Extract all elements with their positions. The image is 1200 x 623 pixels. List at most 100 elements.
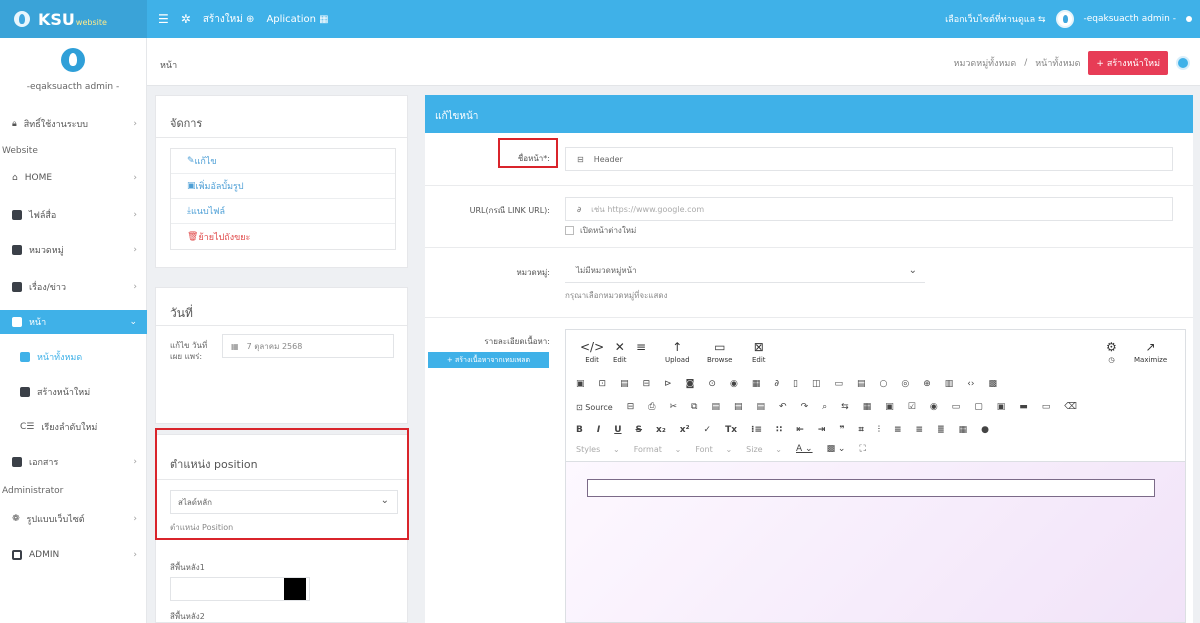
special-char-icon[interactable]: ◙: [686, 379, 695, 389]
manage-trash-link[interactable]: 🗑︎ ย้ายไปถังขยะ: [171, 224, 395, 249]
map-icon[interactable]: ◫: [812, 379, 821, 389]
superscript-icon[interactable]: x²: [680, 425, 690, 435]
breadcrumb-categories[interactable]: หมวดหมู่ทั้งหมด: [954, 56, 1017, 70]
comment-icon[interactable]: ○: [879, 379, 887, 389]
spellcheck-icon[interactable]: ▣: [885, 402, 894, 412]
profile-avatar[interactable]: [61, 48, 85, 72]
form-icon[interactable]: ▭: [834, 379, 843, 389]
find-icon[interactable]: ⌕: [822, 402, 827, 412]
create-from-template-button[interactable]: + สร้างเนื้อหาจากเทมเพลต: [428, 352, 549, 368]
user-menu[interactable]: -eqaksuacth admin -: [1084, 14, 1176, 24]
emoji-icon[interactable]: ●: [981, 425, 989, 435]
audio-icon[interactable]: ⊕: [923, 379, 931, 389]
hidden-field-icon[interactable]: ▭: [1042, 402, 1051, 412]
bulleted-list-icon[interactable]: ∷: [776, 425, 782, 435]
settings-icon[interactable]: ✲: [181, 12, 191, 26]
fullscreen-icon[interactable]: ⛶: [859, 444, 865, 454]
button-field-icon[interactable]: ▬: [1019, 402, 1028, 412]
bg-color1-swatch[interactable]: [284, 578, 306, 600]
sidebar-item-admin[interactable]: ADMIN ›: [0, 543, 147, 567]
anchor-icon[interactable]: ▯: [793, 379, 798, 389]
edit-source-button[interactable]: </> Edit: [580, 340, 604, 364]
table-icon[interactable]: ▤: [620, 379, 629, 389]
editor-content-block[interactable]: [587, 479, 1155, 497]
new-window-option[interactable]: เปิดหน้าต่างใหม่: [565, 224, 636, 237]
profile-name[interactable]: -eqaksuacth admin -: [27, 82, 119, 92]
gallery-icon[interactable]: ▥: [945, 379, 954, 389]
category-select[interactable]: ไม่มีหมวดหมู่หน้า ⌄: [565, 259, 925, 283]
subscript-icon[interactable]: x₂: [656, 425, 666, 435]
table-insert-icon[interactable]: ▦: [959, 425, 968, 435]
bold-icon[interactable]: B: [576, 425, 583, 435]
create-new-link[interactable]: สร้างใหม่ ⊕: [203, 12, 255, 27]
doc-icon[interactable]: ▤: [857, 379, 866, 389]
hr-icon[interactable]: ⊟: [643, 379, 651, 389]
maximize-button[interactable]: ↗ Maximize: [1134, 340, 1167, 364]
sidebar-item-home[interactable]: ⌂ HOME ›: [0, 166, 147, 190]
indent-icon[interactable]: ⇥: [818, 425, 826, 435]
outdent-icon[interactable]: ⇤: [796, 425, 804, 435]
save-icon[interactable]: ⊟: [627, 402, 635, 412]
underline-icon[interactable]: U: [614, 425, 621, 435]
qr-icon[interactable]: ▩: [988, 379, 997, 389]
remove-format-icon[interactable]: ⌫: [1064, 402, 1077, 412]
textarea-icon[interactable]: ▢: [974, 402, 983, 412]
new-window-checkbox[interactable]: [565, 226, 574, 235]
select-field-icon[interactable]: ▣: [997, 402, 1006, 412]
format-dropdown[interactable]: Format ⌄: [634, 445, 682, 454]
bg-color-icon[interactable]: ▩ ⌄: [827, 444, 846, 454]
textfield-icon[interactable]: ▭: [952, 402, 961, 412]
edit-image-button[interactable]: ⊠ Edit: [752, 340, 766, 364]
sidebar-item-documents[interactable]: เอกสาร ›: [0, 450, 147, 474]
strike-icon[interactable]: S: [636, 425, 642, 435]
help-icon[interactable]: [1176, 56, 1190, 70]
blockquote-icon[interactable]: ❞: [839, 425, 844, 435]
menu-toggle-icon[interactable]: ☰: [158, 12, 169, 26]
settings-button[interactable]: ⚙ ◷: [1106, 340, 1117, 364]
user-avatar[interactable]: [1055, 10, 1074, 28]
notification-icon[interactable]: [1186, 16, 1192, 22]
replace-icon[interactable]: ⇆: [841, 402, 849, 412]
clear-format-icon[interactable]: Tx: [725, 425, 737, 435]
sidebar-item-media[interactable]: ไฟล์สื่อ ›: [0, 203, 147, 227]
styles-dropdown[interactable]: Styles ⌄: [576, 445, 620, 454]
publish-date-input[interactable]: ▦ 7 ตุลาคม 2568: [222, 334, 394, 358]
select-all-icon[interactable]: ▦: [863, 402, 872, 412]
undo-icon[interactable]: ↶: [779, 402, 787, 412]
image-icon[interactable]: ▣: [576, 379, 585, 389]
application-link[interactable]: Aplication ▦: [266, 14, 328, 25]
code-snippet-icon[interactable]: ‹›: [967, 379, 974, 389]
brush-icon[interactable]: ✓: [704, 425, 712, 435]
source-button[interactable]: ⊡ Source: [576, 403, 613, 412]
sidebar-item-all-pages[interactable]: หน้าทั้งหมด: [0, 345, 147, 369]
size-dropdown[interactable]: Size ⌄: [746, 445, 782, 454]
cut-icon[interactable]: ✂: [669, 402, 677, 412]
align-right-icon[interactable]: ≡: [916, 425, 924, 435]
numbered-list-icon[interactable]: ⁝≡: [751, 425, 762, 435]
manage-edit-link[interactable]: ✎ แก้ไข: [171, 149, 395, 174]
sidebar-item-reorder[interactable]: C☰ เรียงลำดับใหม่: [0, 415, 147, 439]
url-input[interactable]: ∂ เช่น https://www.google.com: [565, 197, 1173, 221]
brand[interactable]: KSUwebsite: [0, 0, 147, 38]
pagebreak-icon[interactable]: ⊙: [708, 379, 716, 389]
manage-attach-link[interactable]: ⤓ แนบไฟล์: [171, 199, 395, 224]
editor-content-area[interactable]: [566, 462, 1185, 622]
manage-album-link[interactable]: ▣ เพิ่มอัลบั้มรูป: [171, 174, 395, 199]
redo-icon[interactable]: ↷: [801, 402, 809, 412]
form-field-icon[interactable]: ☑: [908, 402, 916, 412]
sidebar-item-category[interactable]: หมวดหมู่ ›: [0, 238, 147, 262]
select-website-link[interactable]: เลือกเว็บไซต์ที่ท่านดูแล ⇆: [945, 12, 1045, 26]
copy-icon[interactable]: ⧉: [691, 402, 697, 412]
link-icon[interactable]: ∂: [774, 379, 779, 389]
align-left-icon[interactable]: ⫶: [878, 425, 880, 435]
sidebar-item-pages[interactable]: หน้า ⌄: [0, 310, 147, 334]
paste-icon[interactable]: ▤: [711, 402, 720, 412]
page-name-input[interactable]: ⊟ Header: [565, 147, 1173, 171]
radio-icon[interactable]: ◉: [930, 402, 938, 412]
italic-icon[interactable]: I: [597, 425, 600, 435]
sidebar-item-new-page[interactable]: สร้างหน้าใหม่: [0, 380, 147, 404]
info-icon[interactable]: ◎: [901, 379, 909, 389]
browse-button[interactable]: ▭ Browse: [707, 340, 733, 364]
breadcrumb-all-pages[interactable]: หน้าทั้งหมด: [1035, 56, 1080, 70]
sidebar-item-news[interactable]: เรื่อง/ข่าว ›: [0, 275, 147, 299]
